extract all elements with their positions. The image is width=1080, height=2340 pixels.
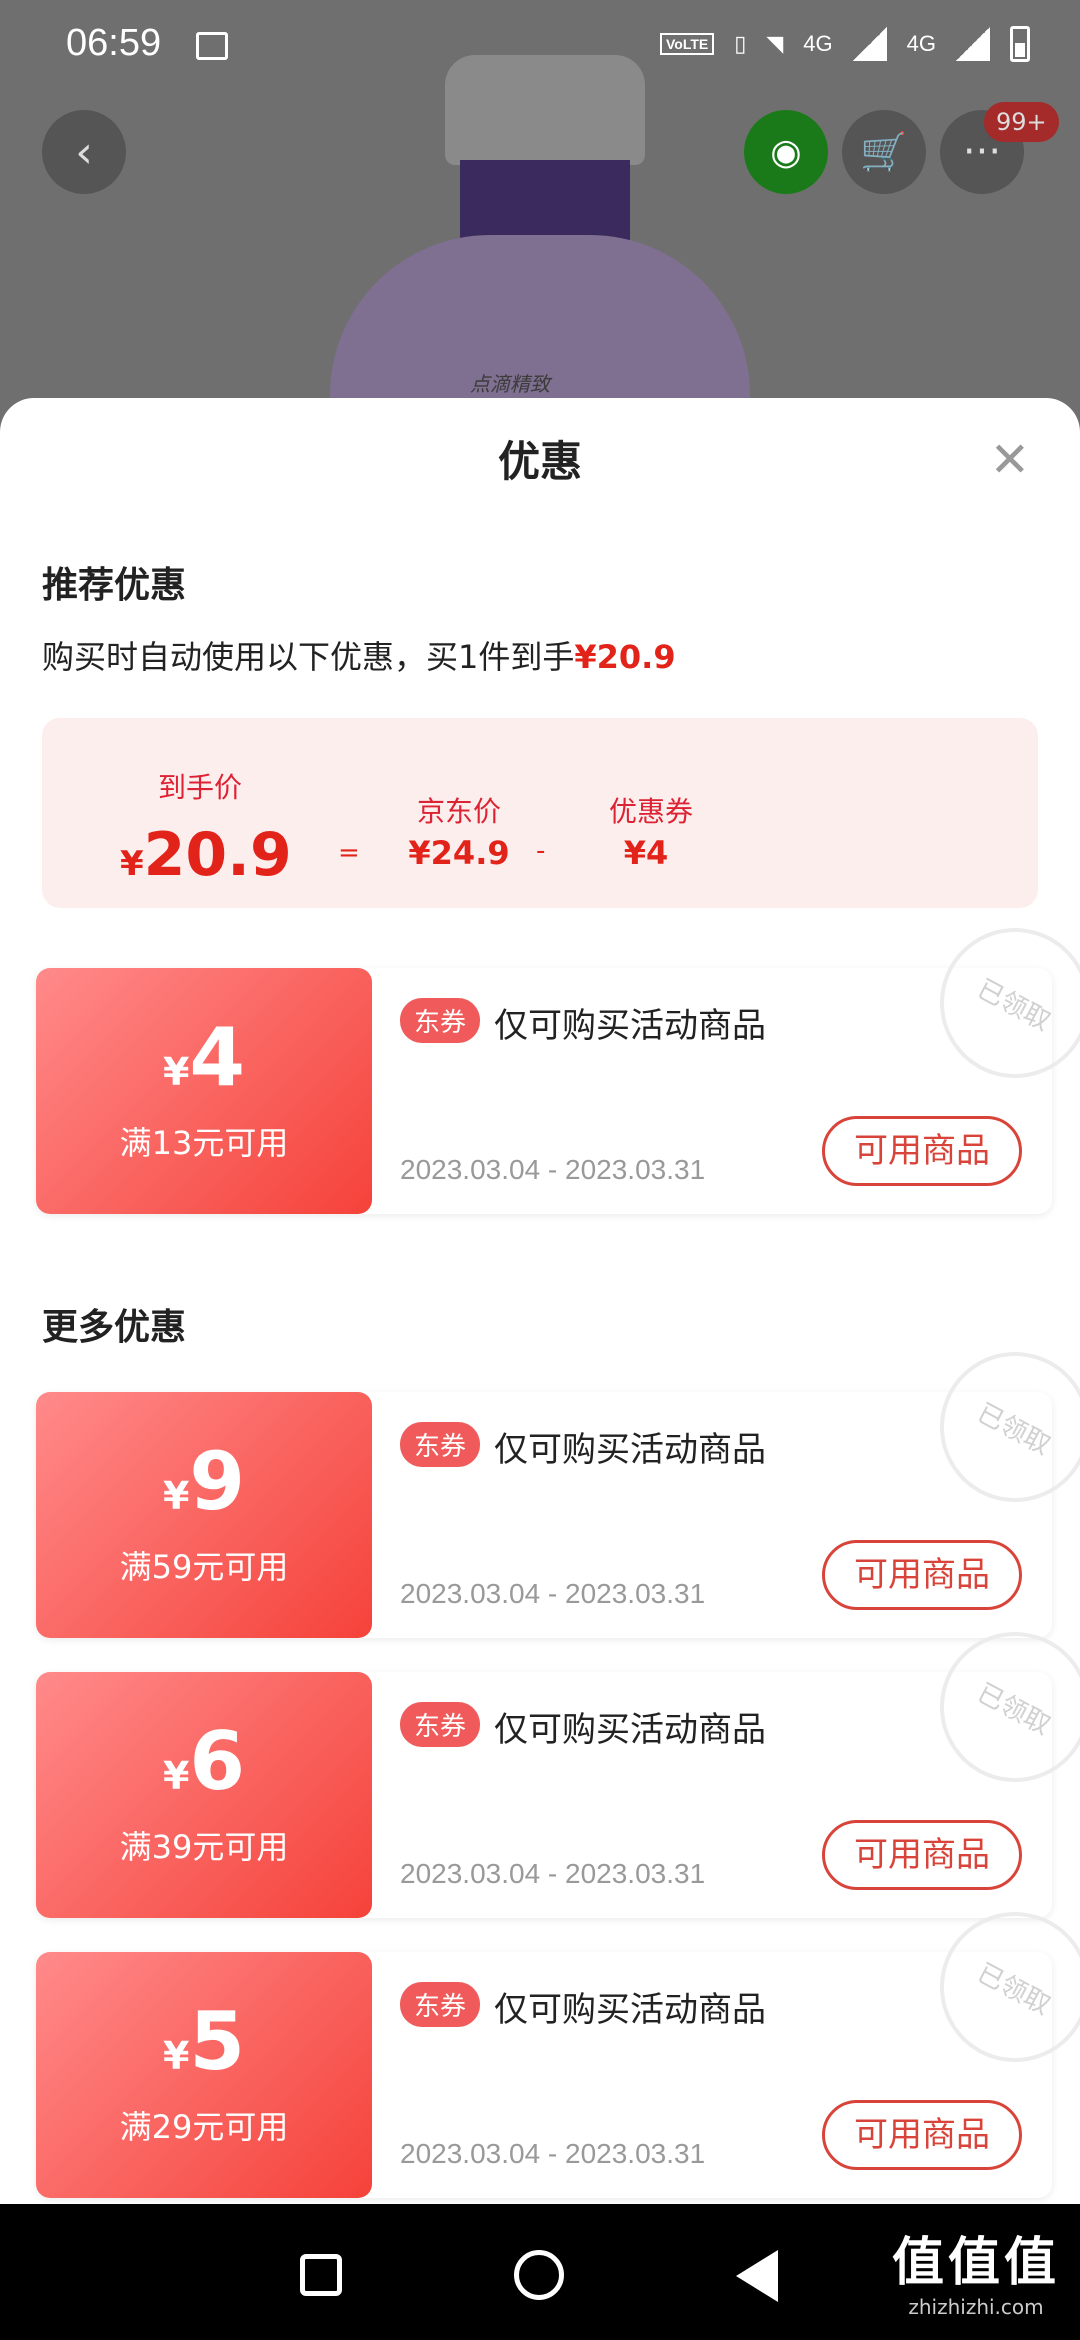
- coupon-condition: 满59元可用: [119, 1548, 289, 1586]
- coupon-card[interactable]: ¥4 满13元可用 东券 仅可购买活动商品 2023.03.04 - 2023.…: [36, 901, 1080, 1214]
- status-icons: VoLTE ▯ ◥ 4G 4G: [659, 26, 1030, 62]
- coupon-condition: 满13元可用: [119, 1124, 289, 1162]
- coupon-card[interactable]: ¥5 满29元可用 东券 仅可购买活动商品 2023.03.04 - 2023.…: [36, 1885, 1080, 2198]
- coupon-amount-value: 9: [189, 1435, 246, 1528]
- recommended-description: 购买时自动使用以下优惠，买1件到手¥20.9: [42, 632, 676, 678]
- battery-icon: [1010, 26, 1030, 62]
- wechat-share-button[interactable]: ◉: [744, 110, 828, 194]
- coupon-currency: ¥: [162, 1754, 190, 1798]
- claimed-stamp: 已领取: [913, 901, 1080, 1105]
- coupon-currency: ¥: [162, 1474, 190, 1518]
- coupon-label: 优惠券: [608, 795, 693, 828]
- coupon-description: 仅可购买活动商品: [494, 1430, 766, 1470]
- signal-1-icon: [852, 27, 887, 61]
- close-icon: ✕: [989, 432, 1030, 488]
- coupon-description: 仅可购买活动商品: [494, 1006, 766, 1046]
- chevron-left-icon: ‹: [75, 126, 93, 178]
- back-button[interactable]: ‹: [42, 110, 126, 194]
- available-products-button[interactable]: 可用商品: [822, 1540, 1022, 1610]
- coupon-value: ¥4: [623, 834, 669, 872]
- coupon-tag: 东券: [400, 1982, 481, 2027]
- coupon-description: 仅可购买活动商品: [494, 1710, 766, 1750]
- coupon-currency: ¥: [162, 1050, 190, 1094]
- watermark: 值值值 zhizhizhi.com: [892, 2220, 1060, 2319]
- signal-1-label: 4G: [803, 31, 833, 56]
- coupon-tag: 东券: [400, 998, 481, 1043]
- final-price-value: 20.9: [143, 820, 292, 890]
- image-notification-icon: [196, 32, 228, 60]
- status-bar: 06:59 VoLTE ▯ ◥ 4G 4G: [0, 0, 1080, 90]
- coupon-validity: 2023.03.04 - 2023.03.31: [400, 1154, 706, 1185]
- watermark-logo: 值值值: [891, 2233, 1060, 2293]
- wechat-icon: ◉: [770, 131, 802, 173]
- home-icon[interactable]: [514, 2250, 564, 2300]
- back-nav-icon[interactable]: [736, 2250, 778, 2302]
- watermark-url: zhizhizhi.com: [908, 2295, 1044, 2319]
- promotion-sheet: 优惠 ✕ 推荐优惠 购买时自动使用以下优惠，买1件到手¥20.9 到手价 ¥20…: [0, 398, 1080, 2204]
- jd-price-value: ¥24.9: [408, 834, 510, 872]
- sheet-title: 优惠: [497, 437, 582, 486]
- coupon-currency: ¥: [162, 2034, 190, 2078]
- claimed-stamp: 已领取: [913, 1325, 1080, 1529]
- vibrate-icon: ▯: [734, 31, 747, 56]
- coupon-validity: 2023.03.04 - 2023.03.31: [400, 1578, 706, 1609]
- more-section-title: 更多优惠: [42, 1307, 187, 1348]
- coupon-validity: 2023.03.04 - 2023.03.31: [400, 1858, 706, 1889]
- coupon-amount-value: 4: [189, 1011, 246, 1104]
- recent-apps-icon[interactable]: [300, 2254, 342, 2296]
- bottle-cap: [460, 160, 630, 245]
- status-time: 06:59: [66, 22, 162, 64]
- close-button[interactable]: ✕: [990, 436, 1030, 484]
- equals-sign: =: [338, 838, 360, 868]
- coupon-amount: ¥5: [36, 2002, 372, 2082]
- coupon-amount-panel: ¥6 满39元可用: [36, 1672, 372, 1918]
- signal-2-label: 4G: [906, 31, 936, 56]
- cart-button[interactable]: 🛒: [842, 110, 926, 194]
- recommended-desc-text: 购买时自动使用以下优惠，买1件到手: [42, 638, 575, 676]
- coupon-card[interactable]: ¥9 满59元可用 东券 仅可购买活动商品 2023.03.04 - 2023.…: [36, 1325, 1080, 1638]
- coupon-amount-panel: ¥9 满59元可用: [36, 1392, 372, 1638]
- coupon-tag: 东券: [400, 1702, 481, 1747]
- minus-sign: -: [536, 836, 546, 866]
- coupon-amount: ¥9: [36, 1442, 372, 1522]
- available-products-button[interactable]: 可用商品: [822, 1116, 1022, 1186]
- wifi-icon: ◥: [766, 31, 784, 56]
- signal-2-icon: [956, 27, 990, 61]
- coupon-validity: 2023.03.04 - 2023.03.31: [400, 2138, 706, 2169]
- coupon-card[interactable]: ¥6 满39元可用 东券 仅可购买活动商品 2023.03.04 - 2023.…: [36, 1605, 1080, 1918]
- final-price: ¥20.9: [120, 820, 292, 890]
- final-price-currency: ¥: [120, 844, 144, 884]
- cart-icon: 🛒: [860, 129, 908, 174]
- bottle-label-text: 点滴精致: [470, 372, 550, 396]
- coupon-amount-panel: ¥5 满29元可用: [36, 1952, 372, 2198]
- coupon-amount-value: 6: [189, 1715, 246, 1808]
- available-products-button[interactable]: 可用商品: [822, 2100, 1022, 2170]
- coupon-description: 仅可购买活动商品: [494, 1990, 766, 2030]
- coupon-amount-panel: ¥4 满13元可用: [36, 968, 372, 1214]
- recommended-section-title: 推荐优惠: [42, 565, 187, 606]
- coupon-amount: ¥6: [36, 1722, 372, 1802]
- coupon-tag: 东券: [400, 1422, 481, 1467]
- available-products-button[interactable]: 可用商品: [822, 1820, 1022, 1890]
- cart-badge: 99+: [984, 102, 1059, 142]
- jd-price-label: 京东价: [416, 795, 501, 828]
- coupon-amount-value: 5: [189, 1995, 246, 2088]
- recommended-desc-price: ¥20.9: [574, 638, 676, 676]
- coupon-condition: 满39元可用: [119, 1828, 289, 1866]
- volte-icon: VoLTE: [659, 33, 715, 55]
- coupon-condition: 满29元可用: [119, 2108, 289, 2146]
- coupon-amount: ¥4: [36, 1018, 372, 1098]
- final-price-label: 到手价: [157, 771, 242, 804]
